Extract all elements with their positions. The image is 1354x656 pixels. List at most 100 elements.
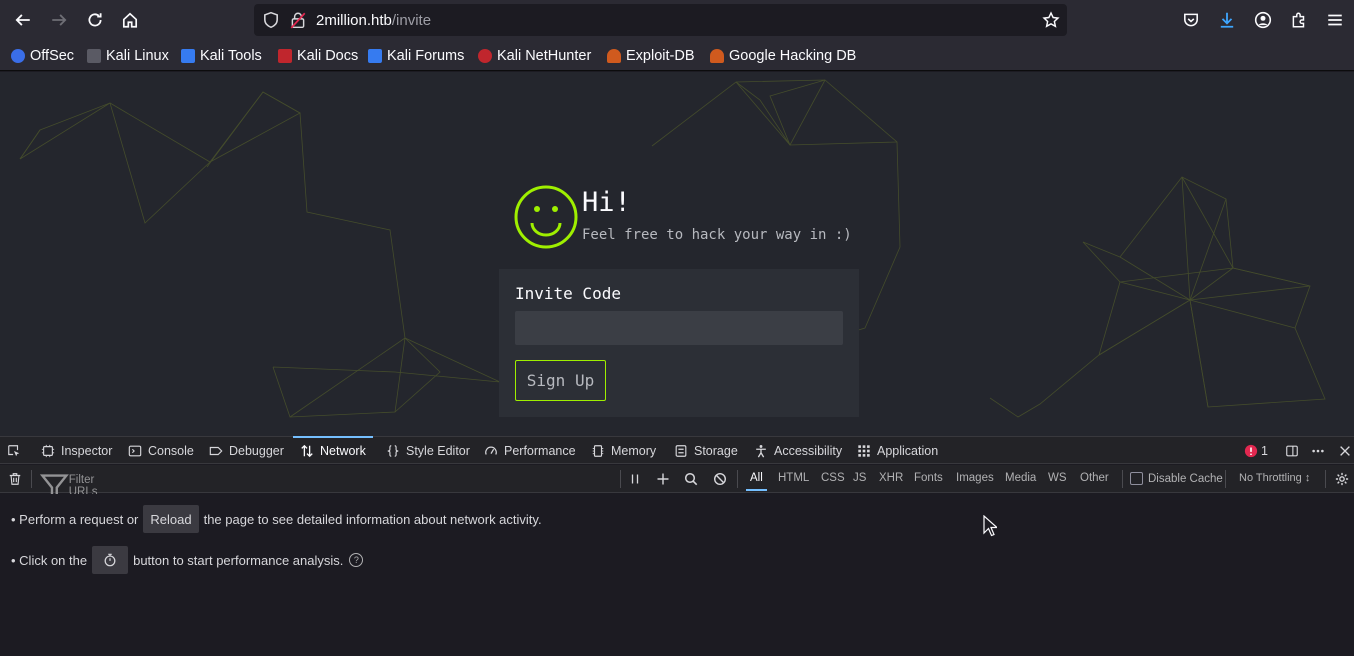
storage-icon bbox=[675, 444, 687, 457]
checkbox-box[interactable] bbox=[1130, 472, 1143, 485]
dock-side-icon bbox=[1286, 445, 1298, 456]
arrow-right-icon bbox=[52, 14, 67, 26]
address-bar[interactable]: 2million.htb/invite bbox=[254, 4, 1067, 36]
home-icon bbox=[122, 12, 138, 28]
more-options-icon bbox=[1312, 449, 1324, 452]
tab-label: Storage bbox=[694, 443, 738, 458]
invite-form: Invite Code Sign Up bbox=[499, 269, 859, 417]
tab-console[interactable]: Console bbox=[128, 437, 194, 464]
trash-icon[interactable] bbox=[8, 472, 22, 486]
forward-button[interactable] bbox=[45, 6, 73, 34]
devtools-close-button[interactable] bbox=[1338, 437, 1354, 464]
error-icon bbox=[1244, 444, 1258, 457]
performance-analysis-button[interactable] bbox=[92, 546, 129, 574]
tab-label: Memory bbox=[611, 443, 657, 458]
close-icon bbox=[1340, 445, 1350, 456]
dock-toggle-button[interactable] bbox=[1285, 437, 1305, 464]
extensions-button[interactable] bbox=[1285, 6, 1313, 34]
bookmark-exploit-db[interactable]: Exploit-DB bbox=[607, 47, 695, 65]
back-button[interactable] bbox=[9, 6, 37, 34]
network-arrows-icon bbox=[301, 444, 313, 457]
error-count-badge[interactable]: 1 bbox=[1244, 437, 1268, 464]
browser-toolbar: 2million.htb/invite bbox=[0, 0, 1354, 40]
bookmark-offsec[interactable]: OffSec bbox=[11, 47, 74, 65]
element-picker-button[interactable] bbox=[7, 437, 27, 464]
account-button[interactable] bbox=[1249, 6, 1277, 34]
disable-cache-label: Disable Cache bbox=[1148, 472, 1223, 485]
menu-button[interactable] bbox=[1321, 6, 1349, 34]
bookmark-label: Kali Forums bbox=[387, 48, 465, 64]
url-path: /invite bbox=[391, 12, 432, 29]
throttling-select[interactable]: No Throttling ↕ bbox=[1239, 472, 1310, 484]
filter-html[interactable]: HTML bbox=[778, 472, 809, 484]
bookmark-kali-tools[interactable]: Kali Tools bbox=[181, 47, 262, 65]
gear-icon[interactable] bbox=[1335, 472, 1349, 486]
pocket-button[interactable] bbox=[1177, 6, 1205, 34]
downloads-button[interactable] bbox=[1213, 6, 1241, 34]
search-icon[interactable] bbox=[684, 472, 698, 486]
separator bbox=[1225, 470, 1226, 488]
tab-label: Debugger bbox=[229, 443, 284, 458]
bookmark-kali-forums[interactable]: Kali Forums bbox=[368, 47, 464, 65]
separator bbox=[737, 470, 738, 488]
bookmark-label: Kali Docs bbox=[297, 48, 359, 64]
tab-memory[interactable]: Memory bbox=[591, 437, 656, 464]
shield-icon[interactable] bbox=[262, 11, 280, 29]
filter-ws[interactable]: WS bbox=[1048, 472, 1067, 484]
bookmark-label: Kali Tools bbox=[200, 48, 262, 64]
hint-text: button to start performance analysis. bbox=[133, 552, 344, 568]
invite-code-label: Invite Code bbox=[515, 284, 621, 303]
devtools-menu-button[interactable] bbox=[1311, 437, 1331, 464]
filter-images[interactable]: Images bbox=[956, 472, 994, 484]
tab-storage[interactable]: Storage bbox=[674, 437, 738, 464]
reload-page-button[interactable]: Reload bbox=[143, 505, 199, 533]
network-panel-body: • Perform a request or Reload the page t… bbox=[0, 494, 1354, 656]
tab-network[interactable]: Network bbox=[293, 436, 373, 464]
help-icon[interactable]: ? bbox=[349, 553, 364, 567]
home-button[interactable] bbox=[116, 6, 144, 34]
bookmark-google-hacking-db[interactable]: Google Hacking DB bbox=[710, 47, 856, 65]
tab-performance[interactable]: Performance bbox=[484, 437, 576, 464]
sign-up-button[interactable]: Sign Up bbox=[515, 360, 606, 401]
hint-text: the page to see detailed information abo… bbox=[203, 511, 542, 527]
filter-js[interactable]: JS bbox=[853, 472, 866, 484]
ghdb-icon bbox=[710, 49, 724, 63]
tab-style-editor[interactable]: Style Editor bbox=[386, 437, 470, 464]
bookmarks-toolbar: OffSec Kali Linux Kali Tools Kali Docs K… bbox=[0, 40, 1354, 71]
memory-chip-icon bbox=[592, 444, 604, 457]
gauge-icon bbox=[485, 446, 497, 455]
filter-xhr[interactable]: XHR bbox=[879, 472, 903, 484]
disable-cache-checkbox[interactable]: Disable Cache bbox=[1130, 472, 1223, 485]
insecure-lock-icon[interactable] bbox=[289, 11, 307, 29]
bookmark-kali-nethunter[interactable]: Kali NetHunter bbox=[478, 47, 591, 65]
bookmark-kali-linux[interactable]: Kali Linux bbox=[87, 47, 169, 65]
tab-inspector[interactable]: Inspector bbox=[41, 437, 112, 464]
network-toolbar: Filter URLs All HTML CSS JS XHR Fonts Im… bbox=[0, 465, 1354, 501]
filter-other[interactable]: Other bbox=[1080, 472, 1109, 484]
braces-icon bbox=[387, 444, 399, 457]
hint-text: • Click on the bbox=[11, 552, 88, 568]
filter-all[interactable]: All bbox=[746, 472, 767, 491]
tab-accessibility[interactable]: Accessibility bbox=[754, 437, 842, 464]
filter-media[interactable]: Media bbox=[1005, 472, 1036, 484]
plus-icon[interactable] bbox=[656, 472, 670, 486]
filter-css[interactable]: CSS bbox=[821, 472, 845, 484]
console-icon bbox=[128, 445, 142, 456]
block-icon[interactable] bbox=[713, 472, 727, 486]
error-count: 1 bbox=[1261, 443, 1268, 458]
reload-button[interactable] bbox=[81, 6, 109, 34]
bookmark-kali-docs[interactable]: Kali Docs bbox=[278, 47, 358, 65]
invite-code-input[interactable] bbox=[515, 311, 843, 345]
performance-hint: • Click on the button to start performan… bbox=[11, 546, 364, 574]
bookmark-label: Kali Linux bbox=[106, 48, 169, 64]
tab-debugger[interactable]: Debugger bbox=[209, 437, 284, 464]
debugger-icon bbox=[209, 446, 223, 455]
tab-application[interactable]: Application bbox=[857, 437, 938, 464]
filter-fonts[interactable]: Fonts bbox=[914, 472, 943, 484]
kali-dragon-icon bbox=[87, 49, 101, 63]
pause-icon[interactable] bbox=[629, 473, 641, 485]
star-icon[interactable] bbox=[1042, 11, 1060, 29]
bookmark-label: Google Hacking DB bbox=[729, 48, 857, 64]
hint-text: • Perform a request or bbox=[11, 511, 139, 527]
tab-label: Performance bbox=[504, 443, 576, 458]
